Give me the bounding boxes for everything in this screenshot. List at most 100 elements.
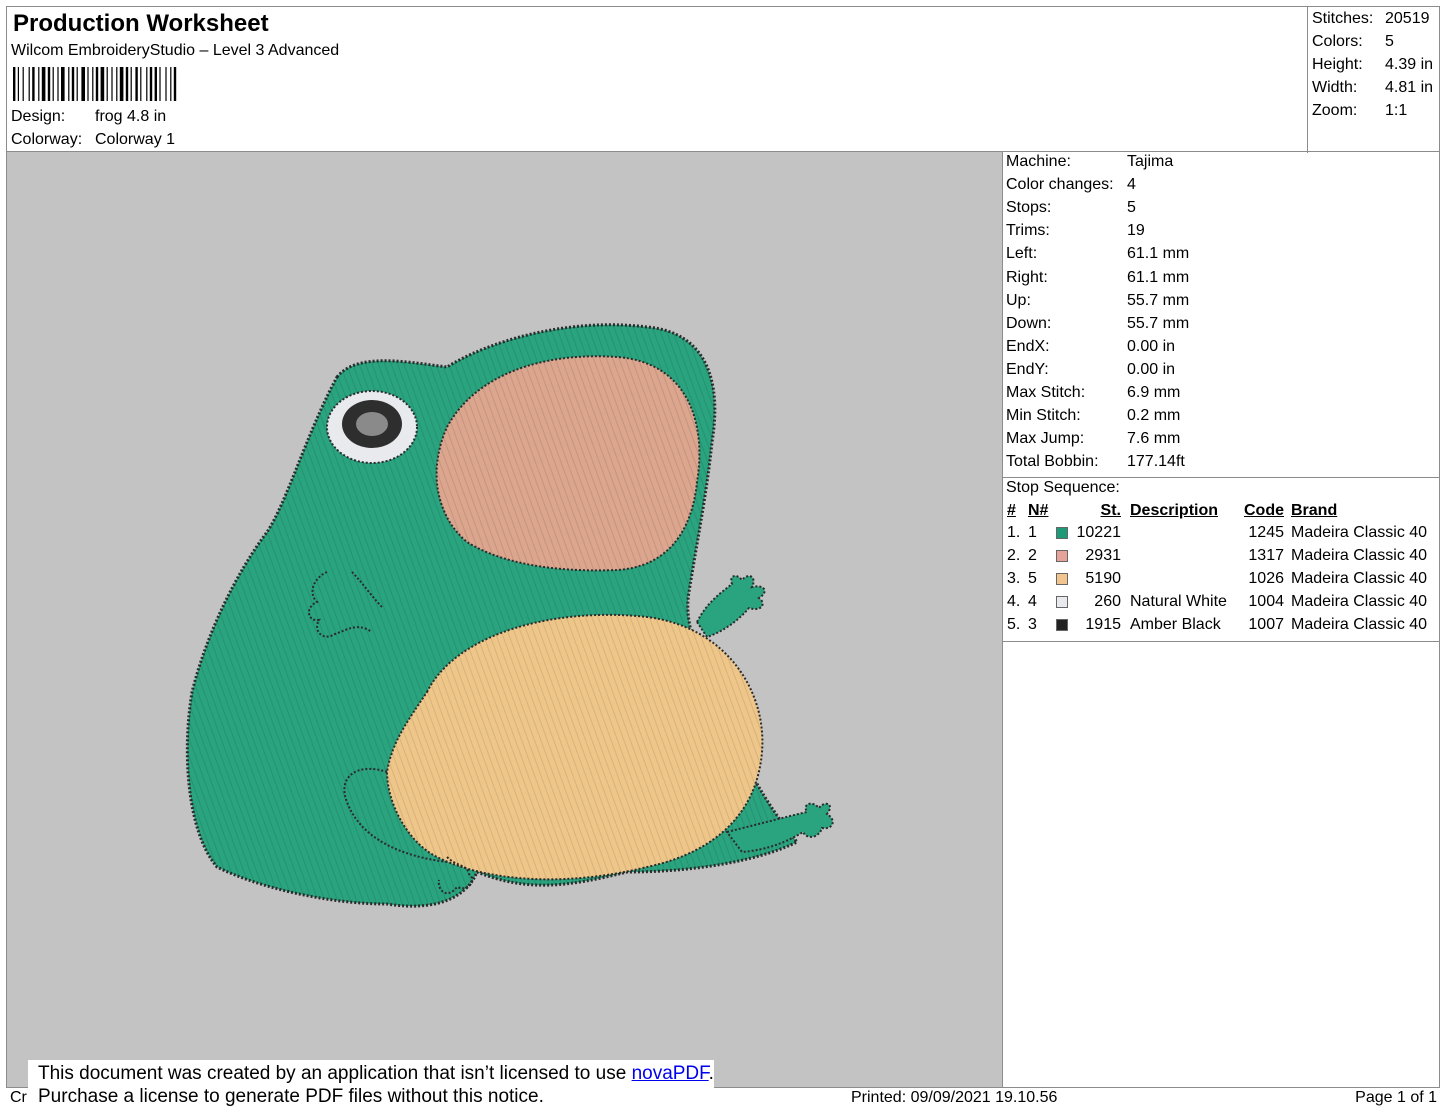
notice-line-1: This document was created by an applicat… [38, 1062, 714, 1085]
info-row: Stops: 5 [1006, 199, 1136, 217]
info-row: Right: 61.1 mm [1006, 269, 1189, 287]
column-header-st: St. [1100, 502, 1121, 520]
barcode-bar [125, 67, 129, 101]
barcode-bar [28, 67, 30, 101]
barcode-bar [38, 67, 40, 101]
barcode-bar [173, 67, 177, 101]
column-header-n: N# [1028, 502, 1049, 520]
notice-period: . [708, 1063, 714, 1084]
notice-line-2: Purchase a license to generate PDF files… [38, 1086, 544, 1107]
footer-left-text: Cr [10, 1089, 27, 1106]
barcode-bar [159, 67, 161, 101]
barcode-bar [22, 67, 24, 101]
info-value: 61.1 mm [1127, 268, 1190, 286]
software-name: Wilcom EmbroideryStudio – Level 3 Advanc… [11, 42, 340, 59]
info-row: Down: 55.7 mm [1006, 315, 1189, 333]
cell-code: 1004 [1248, 593, 1284, 611]
page-title: Production Worksheet [13, 10, 269, 37]
cell-num: 3. [1007, 570, 1021, 588]
notice-text: This document was created by an applicat… [38, 1063, 632, 1084]
color-swatch [1056, 527, 1068, 540]
summary-label: Zoom: [1312, 102, 1358, 119]
printed-date: Printed: 09/09/2021 19.10.56 [851, 1089, 1058, 1106]
info-value: 177.14ft [1127, 453, 1185, 471]
summary-label: Colors: [1312, 33, 1363, 50]
barcode-bar [87, 67, 89, 101]
info-label: Machine: [1006, 153, 1071, 170]
info-value: 0.2 mm [1127, 407, 1181, 425]
summary-row: Width: 4.81 in [1312, 79, 1433, 97]
design-value: frog 4.8 in [95, 108, 167, 125]
page-number: Page 1 of 1 [1355, 1089, 1437, 1106]
barcode-bar [41, 67, 46, 101]
cell-st: 1915 [1085, 616, 1121, 634]
info-label: Stops: [1006, 199, 1052, 217]
barcode-bar [81, 67, 85, 101]
barcode-bar [68, 67, 70, 101]
barcode-bar [57, 67, 59, 101]
info-row: EndX: 0.00 in [1006, 338, 1175, 356]
barcode-bar [61, 67, 65, 101]
cell-brand: Madeira Classic 40 [1291, 570, 1428, 588]
cell-code: 1317 [1248, 547, 1284, 565]
design-row: Design: frog 4.8 in [11, 108, 166, 126]
summary-label: Stitches: [1312, 10, 1374, 27]
divider [1003, 641, 1439, 643]
machine-info-panel: Machine: Tajima Color changes: 4 Stops: 5 Trim… [1002, 151, 1440, 1088]
info-row: Trims: 19 [1006, 222, 1145, 240]
info-label: Color changes: [1006, 176, 1114, 194]
info-row: Color changes: 4 [1006, 176, 1136, 194]
barcode-bar [106, 67, 108, 101]
summary-value: 20519 [1385, 10, 1430, 27]
novapdf-link[interactable]: novaPDF [632, 1063, 709, 1084]
info-label: Max Stitch: [1006, 384, 1086, 401]
color-swatch [1056, 573, 1068, 586]
summary-row: Stitches: 20519 [1312, 10, 1430, 28]
summary-value: 5 [1385, 33, 1394, 50]
barcode-bar [71, 67, 75, 101]
cell-n: 3 [1028, 616, 1037, 634]
cell-code: 1026 [1248, 570, 1284, 588]
column-header-description: Description [1130, 502, 1219, 520]
cell-description: Natural White [1130, 593, 1227, 611]
info-value: Tajima [1127, 153, 1174, 170]
column-header-code: Code [1244, 502, 1284, 520]
summary-label: Height: [1312, 56, 1363, 73]
barcode-image [13, 67, 177, 101]
design-label: Design: [11, 108, 66, 125]
color-swatch [1056, 550, 1068, 563]
cell-n: 1 [1028, 524, 1037, 542]
info-value: 55.7 mm [1127, 314, 1190, 332]
barcode-bar [13, 67, 16, 101]
cell-brand: Madeira Classic 40 [1291, 593, 1428, 611]
info-value: 5 [1127, 199, 1136, 217]
barcode-bar [170, 67, 172, 101]
barcode-bar [32, 67, 35, 101]
info-label: Up: [1006, 291, 1031, 309]
info-value: 0.00 in [1127, 337, 1176, 355]
cell-st: 5190 [1085, 570, 1121, 588]
summary-panel: Stitches: 20519 Colors: 5 Height: 4.39 in W… [1307, 7, 1441, 153]
barcode-bar [165, 67, 167, 101]
info-value: 7.6 mm [1127, 430, 1181, 448]
info-row: Max Jump: 7.6 mm [1006, 430, 1180, 448]
info-label: Min Stitch: [1006, 407, 1081, 425]
barcode-bar [116, 67, 118, 101]
cell-brand: Madeira Classic 40 [1291, 616, 1428, 634]
barcode-bar [111, 67, 113, 101]
worksheet-header: Production Worksheet Wilcom EmbroiderySt… [6, 6, 1441, 153]
cell-num: 1. [1007, 524, 1021, 542]
colorway-value: Colorway 1 [95, 131, 176, 148]
info-value: 6.9 mm [1127, 384, 1181, 401]
barcode-bar [149, 67, 153, 101]
info-value: 61.1 mm [1127, 245, 1190, 263]
cell-n: 4 [1028, 593, 1037, 611]
colorway-row: Colorway: Colorway 1 [11, 131, 175, 149]
info-row: Min Stitch: 0.2 mm [1006, 407, 1180, 425]
cell-num: 2. [1007, 547, 1021, 565]
info-row: Left: 61.1 mm [1006, 245, 1189, 263]
info-label: Down: [1006, 314, 1052, 332]
info-label: EndY: [1006, 360, 1049, 378]
summary-row: Height: 4.39 in [1312, 56, 1433, 74]
design-preview [6, 151, 1003, 1088]
